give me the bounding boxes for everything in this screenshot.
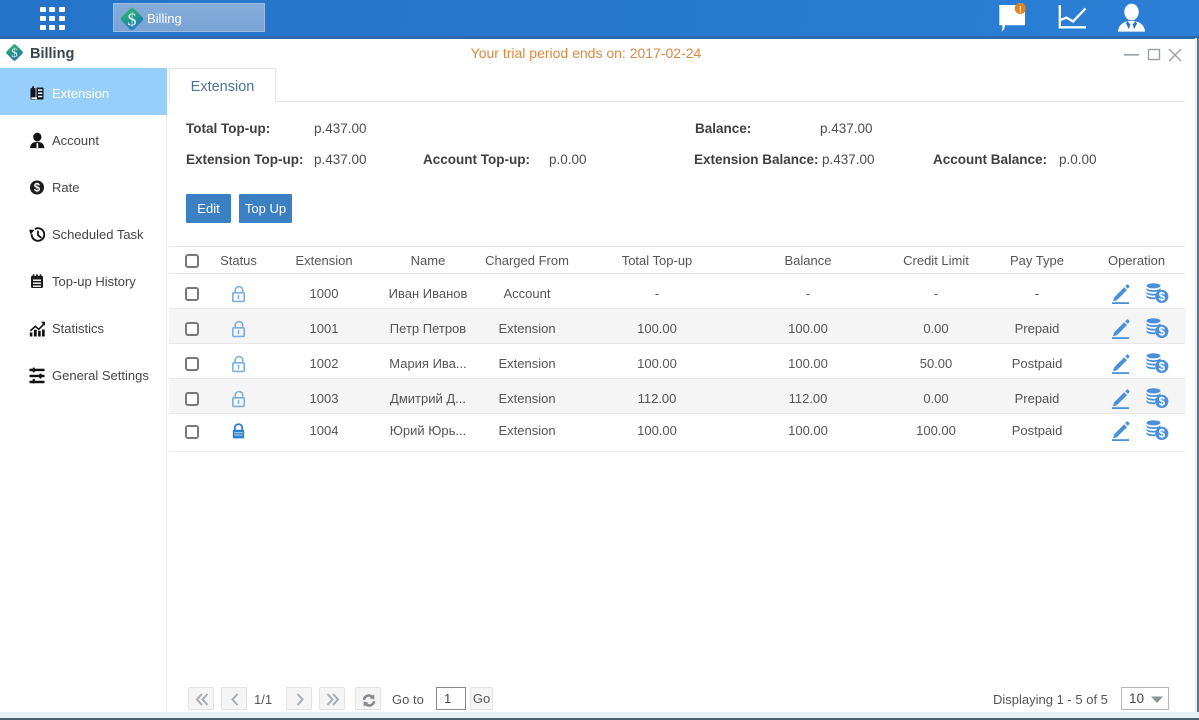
svg-text:$: $	[1159, 397, 1166, 409]
svg-text:$: $	[1159, 362, 1166, 374]
svg-text:$: $	[1159, 327, 1166, 339]
svg-text:$: $	[34, 182, 41, 194]
svg-text:!: !	[1019, 4, 1022, 15]
svg-text:$: $	[1159, 429, 1166, 441]
svg-text:$: $	[127, 9, 136, 29]
svg-text:$: $	[1159, 292, 1166, 304]
